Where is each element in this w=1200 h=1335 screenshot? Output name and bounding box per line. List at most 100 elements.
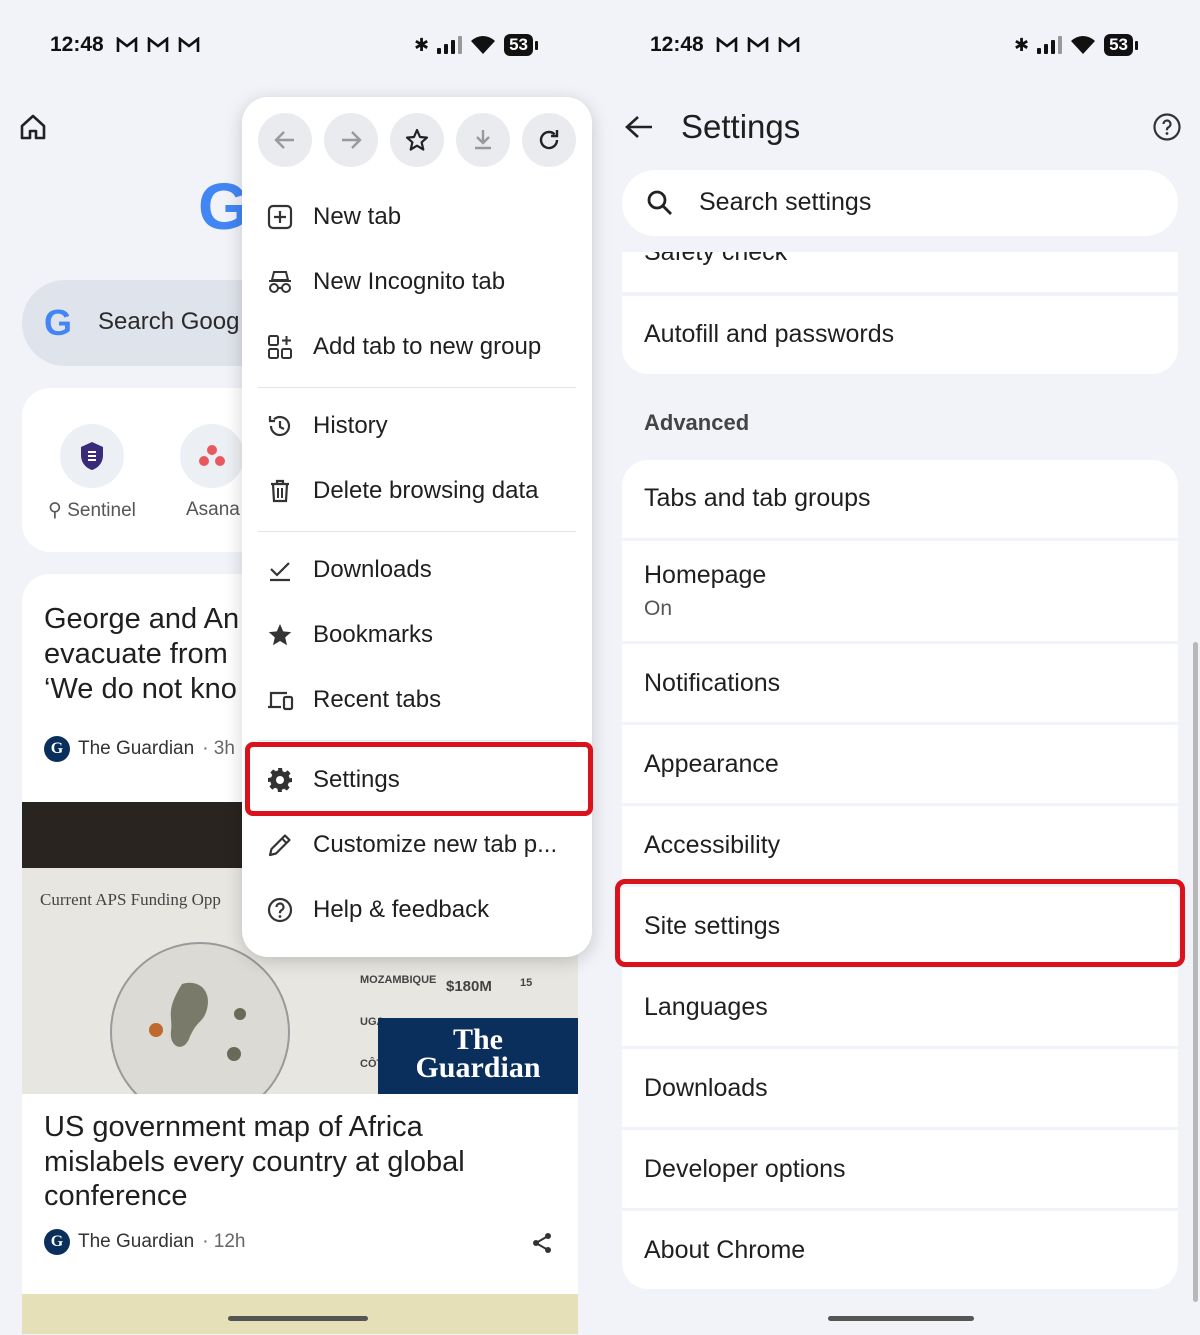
settings-row-downloads[interactable]: Downloads [622, 1049, 1178, 1127]
article-title-line: George and An [44, 603, 240, 635]
article-age: · 12h [202, 1231, 246, 1252]
battery-level: 53 [1104, 34, 1134, 56]
guardian-logo: The Guardian [378, 1018, 578, 1094]
menu-item-help-feedback[interactable]: Help & feedback [242, 878, 592, 942]
devices-icon [264, 684, 296, 716]
reload-button[interactable] [522, 113, 576, 167]
home-icon[interactable] [18, 112, 48, 142]
reload-icon [539, 130, 559, 150]
tab-group-icon [264, 331, 296, 363]
help-icon[interactable] [1152, 112, 1182, 142]
gmail-icon [147, 37, 169, 52]
settings-row-notifications[interactable]: Notifications [622, 644, 1178, 722]
highlight-box-site-settings [615, 879, 1185, 967]
menu-divider [258, 531, 576, 532]
asana-icon [199, 445, 225, 466]
section-header-advanced: Advanced [644, 410, 750, 435]
article-age: · 3h [202, 738, 235, 759]
help-icon [264, 894, 296, 926]
signal-icon [437, 36, 463, 54]
gmail-icon [116, 37, 138, 52]
bookmark-button[interactable] [390, 113, 444, 167]
menu-divider [258, 387, 576, 388]
menu-item-new-incognito-tab[interactable]: New Incognito tab [242, 250, 592, 314]
menu-item-recent-tabs[interactable]: Recent tabs [242, 668, 592, 732]
gesture-handle [828, 1316, 974, 1321]
settings-search-input[interactable]: Search settings [622, 170, 1178, 236]
article-title-line: conference [44, 1180, 188, 1212]
star-filled-icon [264, 619, 296, 651]
settings-row-accessibility[interactable]: Accessibility [622, 806, 1178, 884]
shortcut-label: Asana [186, 499, 240, 520]
signal-icon [1037, 36, 1063, 54]
menu-item-downloads[interactable]: Downloads [242, 538, 592, 602]
menu-item-history[interactable]: History [242, 394, 592, 458]
highlight-box-settings [245, 742, 593, 816]
article-meta: G The Guardian · 12h [44, 1229, 246, 1255]
settings-row-about-chrome[interactable]: About Chrome [622, 1211, 1178, 1289]
wifi-icon [471, 36, 496, 54]
arrow-left-icon[interactable] [622, 112, 656, 142]
chrome-overflow-menu: New tab New Incognito tab Add tab to new… [242, 97, 592, 957]
check-download-icon [264, 554, 296, 586]
article-title-line: ‘We do not kno [44, 673, 237, 705]
guardian-logo-icon: G [44, 1229, 70, 1255]
settings-row-autofill-passwords[interactable]: Autofill and passwords [622, 296, 1178, 374]
menu-item-customize-new-tab-page[interactable]: Customize new tab p... [242, 813, 592, 877]
bluetooth-icon: ✱ [1014, 34, 1030, 55]
guardian-logo-icon: G [44, 736, 70, 762]
battery-icon: 53 [504, 34, 539, 56]
trash-icon [264, 475, 296, 507]
menu-item-delete-browsing-data[interactable]: Delete browsing data [242, 459, 592, 523]
status-bar-right: 12:48 ✱ 53 [650, 28, 1170, 62]
homepage-status: On [644, 597, 673, 620]
battery-icon: 53 [1104, 34, 1139, 56]
article-title-line: mislabels every country at global [44, 1146, 465, 1178]
menu-item-new-tab[interactable]: New tab [242, 185, 592, 249]
settings-row-homepage[interactable]: Homepage On [622, 541, 1178, 641]
status-time: 12:48 [50, 33, 104, 56]
incognito-icon [264, 266, 296, 298]
download-page-button[interactable] [456, 113, 510, 167]
image-stat: 15 [520, 977, 533, 989]
back-button[interactable] [258, 113, 312, 167]
google-g-icon: G [44, 302, 73, 343]
share-icon[interactable] [530, 1231, 554, 1255]
article-title-line: US government map of Africa [44, 1111, 423, 1143]
gmail-icon [716, 37, 738, 52]
menu-item-add-tab-to-new-group[interactable]: Add tab to new group [242, 315, 592, 379]
image-caption: Current APS Funding Opp [40, 890, 221, 909]
shortcut-asana[interactable] [180, 424, 244, 488]
settings-row-appearance[interactable]: Appearance [622, 725, 1178, 803]
article-source: The Guardian [78, 1231, 195, 1252]
article-source: The Guardian [78, 738, 195, 759]
menu-item-bookmarks[interactable]: Bookmarks [242, 603, 592, 667]
bluetooth-icon: ✱ [414, 34, 430, 55]
search-placeholder: Search settings [699, 188, 872, 216]
gmail-icon [747, 37, 769, 52]
scrollbar[interactable] [1193, 642, 1198, 1302]
status-bar-left: 12:48 ✱ 53 [50, 28, 550, 62]
pencil-icon [264, 829, 296, 861]
search-icon [647, 190, 672, 215]
menu-toolbar [258, 113, 576, 167]
settings-row-developer-options[interactable]: Developer options [622, 1130, 1178, 1208]
menu-divider [258, 740, 576, 741]
article-meta: G The Guardian · 3h [44, 736, 235, 762]
shortcut-sentinel[interactable] [60, 424, 124, 488]
status-time: 12:48 [650, 33, 704, 56]
battery-level: 53 [504, 34, 534, 56]
settings-row-safety-check[interactable]: Safety check [622, 252, 1178, 292]
page-title: Settings [681, 108, 801, 145]
arrow-right-icon [342, 131, 362, 149]
history-icon [264, 410, 296, 442]
forward-button[interactable] [324, 113, 378, 167]
shortcut-label: ⚲ Sentinel [48, 500, 136, 521]
sentinel-shield-icon [81, 442, 103, 470]
arrow-left-icon [274, 131, 294, 149]
wifi-icon [1071, 36, 1096, 54]
star-outline-icon [405, 128, 429, 151]
article-image[interactable] [22, 1294, 578, 1334]
settings-row-tabs-and-tab-groups[interactable]: Tabs and tab groups [622, 460, 1178, 538]
settings-row-languages[interactable]: Languages [622, 968, 1178, 1046]
